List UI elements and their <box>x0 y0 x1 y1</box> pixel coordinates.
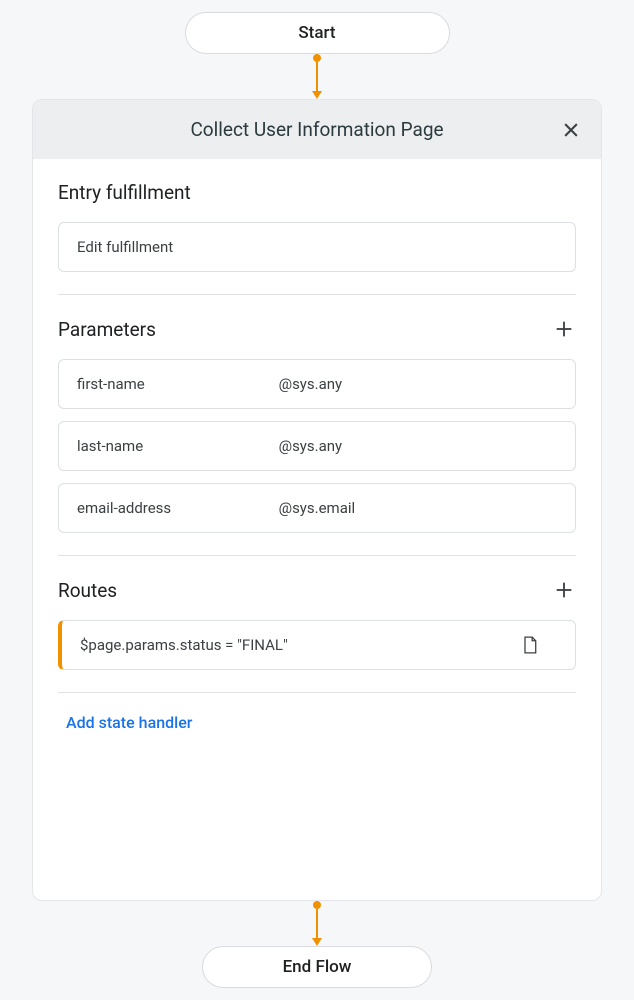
add-state-handler-label: Add state handler <box>66 713 192 732</box>
add-state-handler-button[interactable]: Add state handler <box>58 693 200 740</box>
start-node-label: Start <box>298 23 335 43</box>
parameter-row[interactable]: first-name @sys.any <box>58 359 576 409</box>
add-route-button[interactable] <box>552 578 576 602</box>
start-node[interactable]: Start <box>185 12 450 54</box>
parameter-name: last-name <box>77 437 279 455</box>
panel-body: Entry fulfillment Edit fulfillment Param… <box>33 159 601 900</box>
plus-icon <box>553 579 575 601</box>
panel-header: Collect User Information Page <box>33 100 601 159</box>
end-flow-node[interactable]: End Flow <box>202 946 432 988</box>
parameter-name: first-name <box>77 375 279 393</box>
connector-top <box>312 54 322 99</box>
parameter-row[interactable]: email-address @sys.email <box>58 483 576 533</box>
parameter-list: first-name @sys.any last-name @sys.any e… <box>58 359 576 533</box>
entry-fulfillment-section: Entry fulfillment Edit fulfillment <box>58 159 576 294</box>
entry-fulfillment-heading: Entry fulfillment <box>58 181 191 204</box>
connector-bottom <box>312 901 322 946</box>
end-flow-label: End Flow <box>283 957 352 977</box>
parameter-name: email-address <box>77 499 279 517</box>
edit-fulfillment-button[interactable]: Edit fulfillment <box>58 222 576 272</box>
parameter-type: @sys.any <box>279 375 557 393</box>
routes-section: Routes $page.params.status = "FINAL" <box>58 555 576 692</box>
parameter-type: @sys.any <box>279 437 557 455</box>
close-icon <box>561 120 581 140</box>
close-button[interactable] <box>559 118 583 142</box>
plus-icon <box>553 318 575 340</box>
route-row[interactable]: $page.params.status = "FINAL" <box>58 620 576 670</box>
page-icon <box>521 635 539 655</box>
add-parameter-button[interactable] <box>552 317 576 341</box>
page-config-panel: Collect User Information Page Entry fulf… <box>32 99 602 901</box>
routes-heading: Routes <box>58 579 117 602</box>
parameter-type: @sys.email <box>279 499 557 517</box>
panel-title: Collect User Information Page <box>190 118 443 141</box>
parameter-row[interactable]: last-name @sys.any <box>58 421 576 471</box>
edit-fulfillment-label: Edit fulfillment <box>77 238 173 256</box>
state-handler-section: Add state handler <box>58 692 576 762</box>
parameters-section: Parameters first-name @sys.any last-name… <box>58 294 576 555</box>
route-condition: $page.params.status = "FINAL" <box>80 636 288 654</box>
parameters-heading: Parameters <box>58 318 156 341</box>
